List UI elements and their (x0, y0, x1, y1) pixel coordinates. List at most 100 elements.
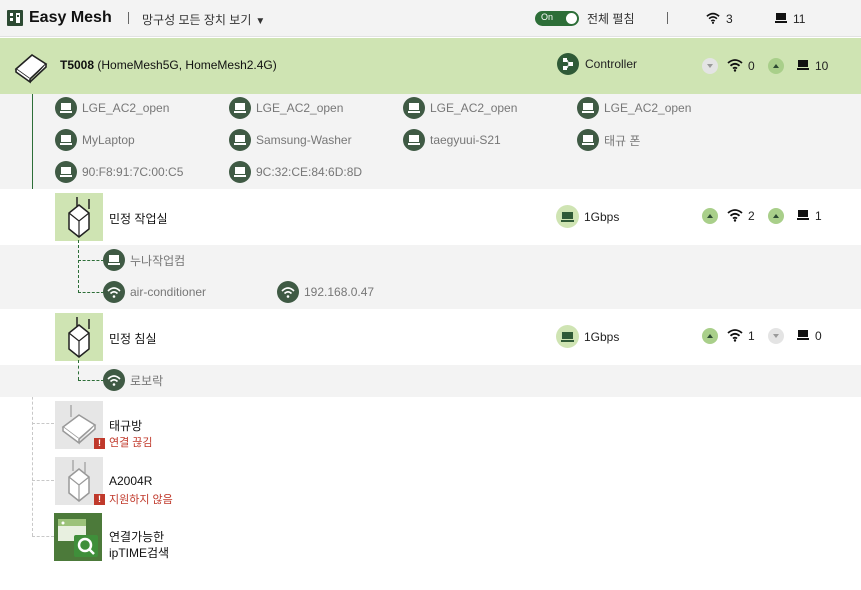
wifi-expand-button[interactable] (702, 208, 718, 224)
tree-line (78, 360, 79, 380)
client-name: LGE_AC2_open (604, 101, 692, 115)
toggle-state-label: On (541, 12, 554, 22)
client-item[interactable]: 누나작업컴 (103, 249, 185, 271)
find-iptime-button[interactable] (54, 513, 102, 561)
extender-wifi-count: 2 (748, 209, 755, 223)
client-item[interactable]: LGE_AC2_open (577, 97, 691, 119)
triangle-up-icon (773, 214, 779, 218)
wifi-client-icon (277, 281, 299, 303)
wifi-client-icon (103, 281, 125, 303)
tree-line (78, 240, 79, 293)
offline-device-status: 지원하지 않음 (109, 494, 173, 506)
extender-device (55, 313, 103, 361)
wired-client-icon (103, 249, 125, 271)
client-name: LGE_AC2_open (82, 101, 170, 115)
controller-name: T5008 (HomeMesh5G, HomeMesh2.4G) (60, 58, 277, 72)
offline-device-status: 연결 끊김 (109, 437, 153, 449)
client-item[interactable]: 9C:32:CE:84:6D:8D (229, 161, 362, 183)
find-label-line1: 연결가능한 (109, 530, 165, 544)
wired-client-icon (403, 97, 425, 119)
wired-client-icon (229, 161, 251, 183)
view-mode-dropdown[interactable]: 망구성 모든 장치 보기 ▼ (142, 11, 265, 28)
controller-row[interactable]: T5008 (HomeMesh5G, HomeMesh2.4G) Control… (0, 38, 861, 94)
client-item[interactable]: 로보락 (103, 369, 163, 391)
client-item[interactable]: 90:F8:91:7C:00:C5 (55, 161, 183, 183)
find-iptime-label[interactable]: 연결가능한 ipTIME검색 (109, 529, 169, 561)
wired-expand-button[interactable] (768, 58, 784, 74)
wired-client-icon (55, 129, 77, 151)
tree-line-inactive (32, 536, 54, 537)
client-name: MyLaptop (82, 133, 135, 147)
tree-line-inactive (32, 480, 54, 481)
extender-name: 민정 침실 (109, 332, 157, 346)
tree-line-inactive (32, 423, 54, 424)
client-name: 로보락 (130, 373, 164, 388)
offline-device-name: 태규방 (109, 419, 143, 433)
client-item[interactable]: LGE_AC2_open (55, 97, 169, 119)
triangle-down-icon (707, 64, 713, 68)
extender-icon (68, 317, 90, 358)
warning-icon: ! (94, 494, 105, 505)
tree-line (78, 292, 104, 293)
wifi-collapse-button[interactable] (702, 58, 718, 74)
expand-all-toggle[interactable]: On (535, 11, 579, 26)
client-name: 90:F8:91:7C:00:C5 (82, 165, 184, 179)
wifi-icon (727, 329, 743, 342)
wired-client-icon (55, 97, 77, 119)
wired-device-icon (797, 210, 809, 220)
wired-device-icon (797, 60, 809, 70)
client-item[interactable]: 192.168.0.47 (277, 281, 374, 303)
controller-wifi-count: 0 (748, 59, 755, 73)
client-name: 누나작업컴 (130, 253, 186, 268)
find-label-line2: ipTIME검색 (109, 546, 170, 560)
client-item[interactable]: Samsung-Washer (229, 129, 352, 151)
wired-backhaul-icon (556, 325, 579, 348)
triangle-up-icon (707, 334, 713, 338)
toggle-knob (566, 13, 577, 24)
wired-client-icon (229, 129, 251, 151)
wifi-icon (727, 59, 743, 72)
wired-collapse-button[interactable] (768, 328, 784, 344)
header-separator (128, 12, 129, 24)
wired-expand-button[interactable] (768, 208, 784, 224)
header-separator (667, 12, 668, 24)
caret-down-icon: ▼ (255, 16, 266, 27)
extender-wired-count: 1 (815, 209, 822, 223)
client-item[interactable]: taegyuui-S21 (403, 129, 501, 151)
tree-line (78, 260, 104, 261)
extender-row[interactable]: 민정 작업실 1Gbps 2 1 (0, 189, 861, 245)
wired-client-icon (229, 97, 251, 119)
wired-client-icon (577, 97, 599, 119)
search-device-icon (58, 519, 98, 557)
wired-client-icon (577, 129, 599, 151)
client-name: LGE_AC2_open (430, 101, 518, 115)
backhaul-speed: 1Gbps (584, 330, 620, 344)
client-name: 192.168.0.47 (304, 285, 375, 299)
header-wifi-count: 3 (726, 12, 733, 26)
wired-device-icon (797, 330, 809, 340)
client-item[interactable]: MyLaptop (55, 129, 135, 151)
client-item[interactable]: LGE_AC2_open (403, 97, 517, 119)
offline-device-name: A2004R (109, 474, 153, 488)
view-mode-label: 망구성 모든 장치 보기 (142, 13, 252, 27)
extender-wired-count: 0 (815, 329, 822, 343)
app-title: Easy Mesh (29, 9, 112, 26)
client-item[interactable]: LGE_AC2_open (229, 97, 343, 119)
tree-line (78, 380, 104, 381)
client-item[interactable]: air-conditioner (103, 281, 206, 303)
client-item[interactable]: 태규 폰 (577, 129, 640, 151)
wifi-icon (706, 12, 720, 24)
wifi-client-icon (103, 369, 125, 391)
client-name: 태규 폰 (604, 133, 641, 148)
extender-row[interactable]: 민정 침실 1Gbps 1 0 (0, 309, 861, 365)
warning-icon: ! (94, 438, 105, 449)
client-name: Samsung-Washer (256, 133, 352, 147)
expand-all-label: 전체 펼침 (587, 12, 635, 26)
triangle-up-icon (707, 214, 713, 218)
wired-device-icon (775, 13, 787, 23)
controller-ssids: (HomeMesh5G, HomeMesh2.4G) (97, 58, 277, 72)
client-name: LGE_AC2_open (256, 101, 344, 115)
triangle-down-icon (773, 334, 779, 338)
wifi-expand-button[interactable] (702, 328, 718, 344)
controller-model: T5008 (60, 58, 95, 72)
